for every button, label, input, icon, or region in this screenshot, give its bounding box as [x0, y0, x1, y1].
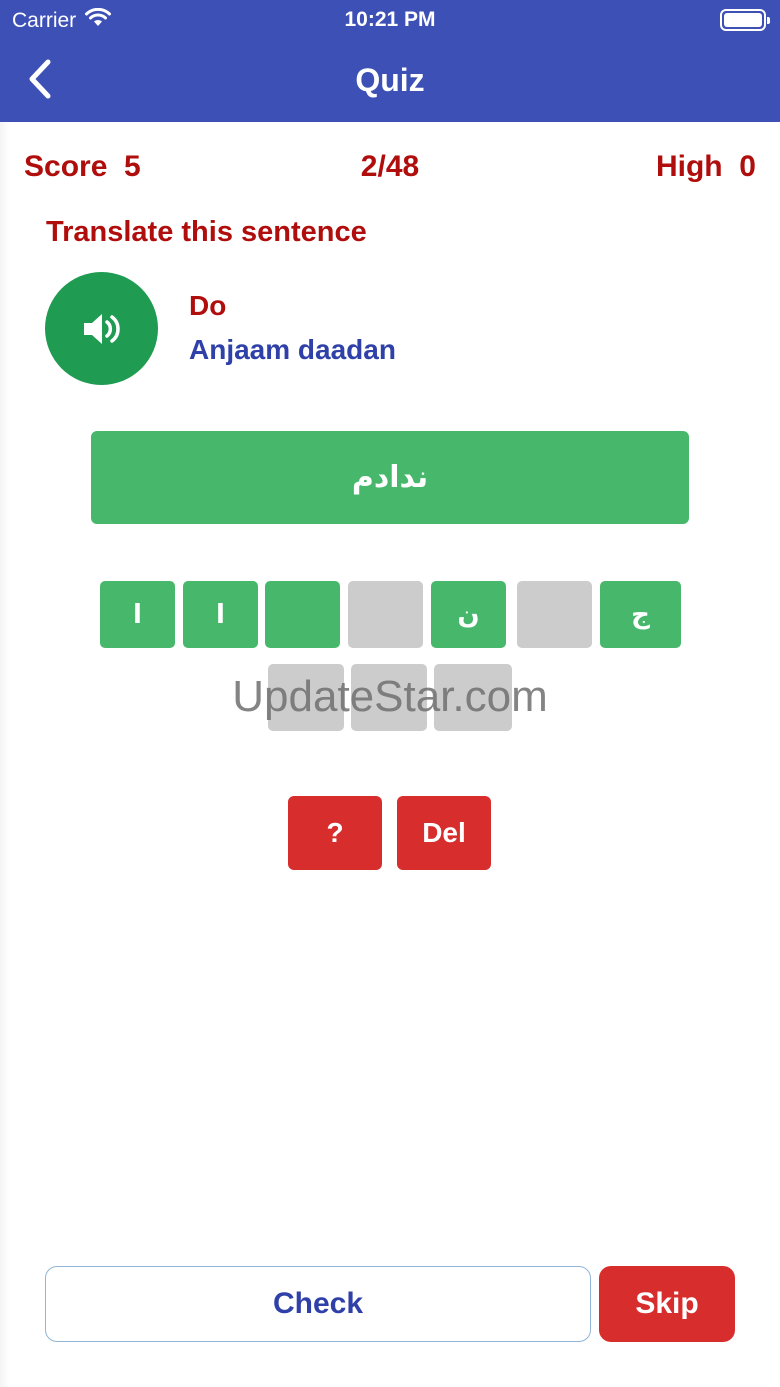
- skip-label: Skip: [635, 1287, 699, 1320]
- edge-shadow: [0, 122, 10, 1387]
- tile-letter: ج: [631, 599, 650, 630]
- answer-display: ندادم: [91, 431, 689, 524]
- letter-tile[interactable]: ا: [100, 581, 175, 648]
- delete-button[interactable]: Del: [397, 796, 491, 870]
- letter-tile[interactable]: [434, 664, 512, 731]
- speaker-icon: [83, 313, 120, 344]
- letter-tile[interactable]: ا: [183, 581, 258, 648]
- question-progress: 2/48: [360, 150, 420, 183]
- tile-letter: ن: [457, 599, 480, 630]
- tile-letter: ا: [133, 599, 142, 630]
- letter-tile[interactable]: [268, 664, 344, 731]
- status-time: 10:21 PM: [344, 8, 436, 31]
- score-line: Score 5 2/48 High 0: [24, 150, 756, 190]
- letter-tile[interactable]: [348, 581, 423, 648]
- nav-bar: Quiz: [0, 40, 780, 122]
- instruction-text: Translate this sentence: [46, 216, 367, 248]
- hint-label: ?: [326, 817, 344, 848]
- check-label: Check: [272, 1287, 364, 1320]
- check-button[interactable]: Check: [45, 1266, 591, 1342]
- letter-tile[interactable]: ج: [600, 581, 681, 648]
- speaker-button[interactable]: [45, 272, 158, 385]
- skip-button[interactable]: Skip: [599, 1266, 735, 1342]
- letter-tile[interactable]: [265, 581, 340, 648]
- letter-tile[interactable]: ن: [431, 581, 506, 648]
- letter-tile[interactable]: [351, 664, 427, 731]
- tile-letter: ا: [216, 599, 225, 630]
- high-score-label: High 0: [655, 150, 756, 183]
- answer-text: ندادم: [351, 460, 429, 495]
- page-title: Quiz: [355, 62, 425, 98]
- delete-label: Del: [422, 817, 466, 848]
- letter-tile[interactable]: [517, 581, 592, 648]
- battery-icon: [720, 9, 770, 31]
- prompt-word: Do: [189, 290, 227, 321]
- prompt-transliteration: Anjaam daadan: [189, 334, 396, 365]
- status-bar: Carrier 10:21 PM: [0, 0, 780, 40]
- hint-button[interactable]: ?: [288, 796, 382, 870]
